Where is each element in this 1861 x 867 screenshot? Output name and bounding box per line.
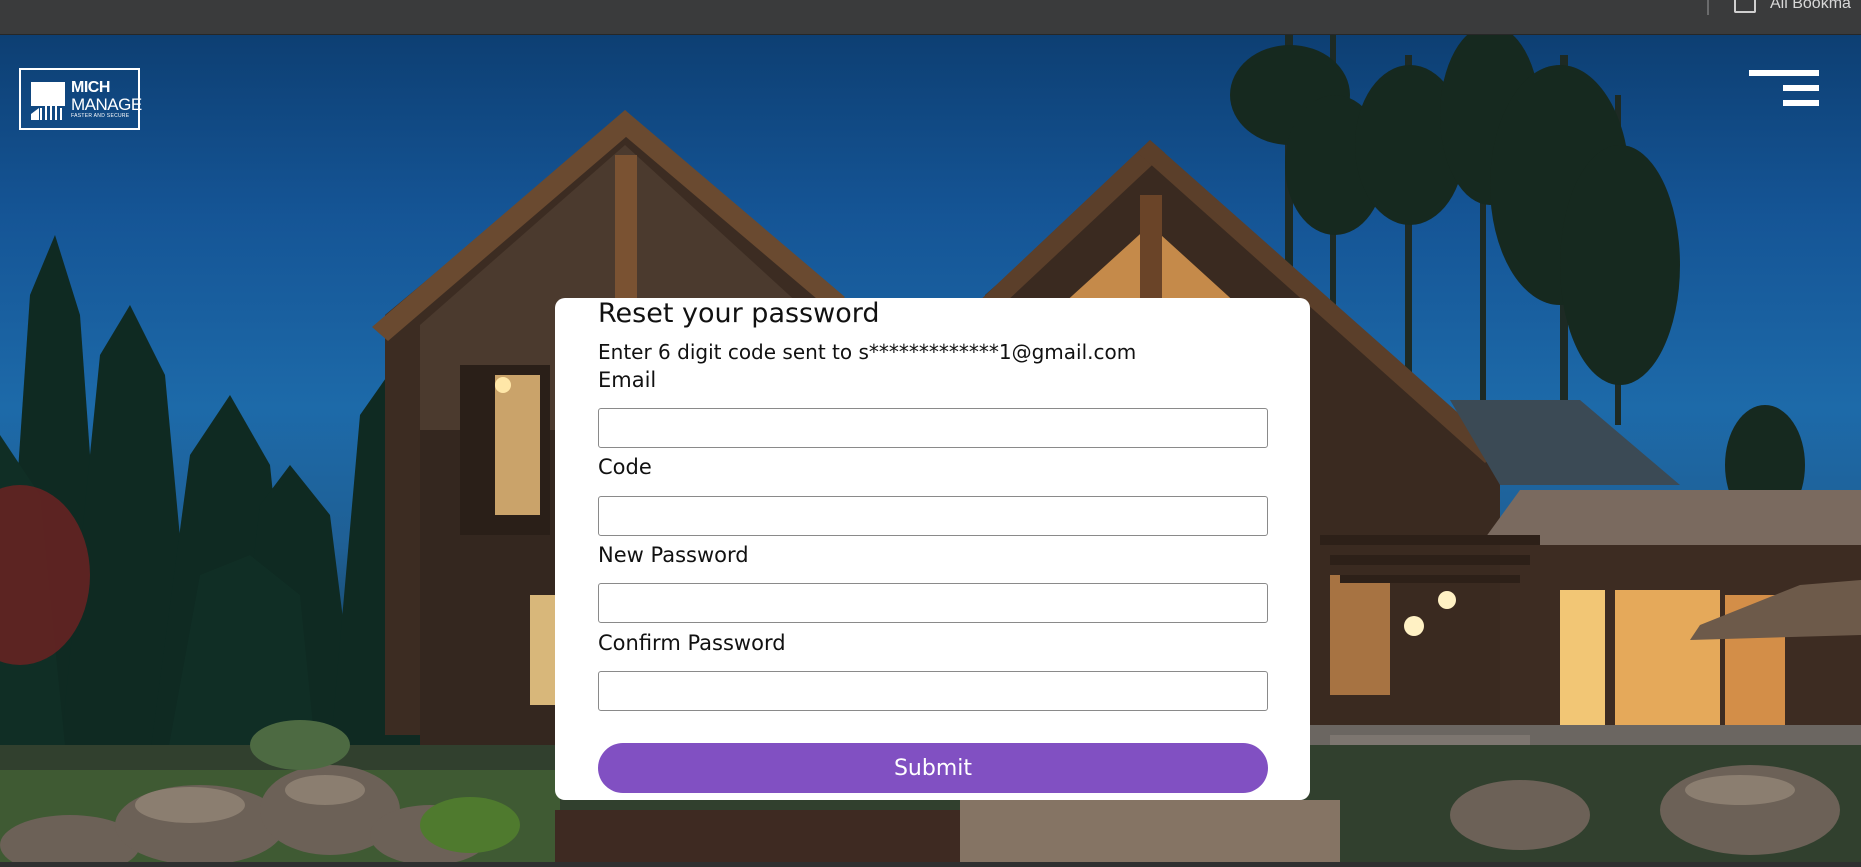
menu-bar-bottom <box>1783 100 1819 106</box>
email-field[interactable] <box>598 408 1268 448</box>
logo-line2: MANAGE <box>71 94 142 114</box>
hamburger-menu-icon[interactable] <box>1749 68 1819 108</box>
menu-bar-top <box>1749 70 1819 76</box>
menu-bar-middle <box>1783 85 1819 91</box>
code-field[interactable] <box>598 496 1268 536</box>
bookmark-folder-icon[interactable] <box>1734 0 1756 13</box>
confirm-password-label: Confirm Password <box>598 631 786 655</box>
new-password-label: New Password <box>598 543 749 567</box>
browser-bookmarks-bar: All Bookma <box>0 0 1861 35</box>
code-label: Code <box>598 455 652 479</box>
page-title: Reset your password <box>598 298 880 329</box>
building-logo-icon <box>29 78 69 120</box>
logo-tagline: FASTER AND SECURE <box>71 112 130 119</box>
new-password-field[interactable] <box>598 583 1268 623</box>
reset-password-card: Reset your password Enter 6 digit code s… <box>555 298 1310 800</box>
confirm-password-field[interactable] <box>598 671 1268 711</box>
bottom-edge <box>0 862 1861 867</box>
code-sent-message: Enter 6 digit code sent to s************… <box>598 340 1137 364</box>
logo-line1: MICH <box>71 78 110 96</box>
mich-manage-logo[interactable]: MICH MANAGE FASTER AND SECURE <box>19 68 142 130</box>
submit-button[interactable]: Submit <box>598 743 1268 793</box>
bookmarks-separator <box>1707 0 1709 15</box>
email-label: Email <box>598 368 657 392</box>
all-bookmarks-link[interactable]: All Bookma <box>1770 0 1851 13</box>
logo-text: MICH MANAGE FASTER AND SECURE <box>71 78 142 119</box>
